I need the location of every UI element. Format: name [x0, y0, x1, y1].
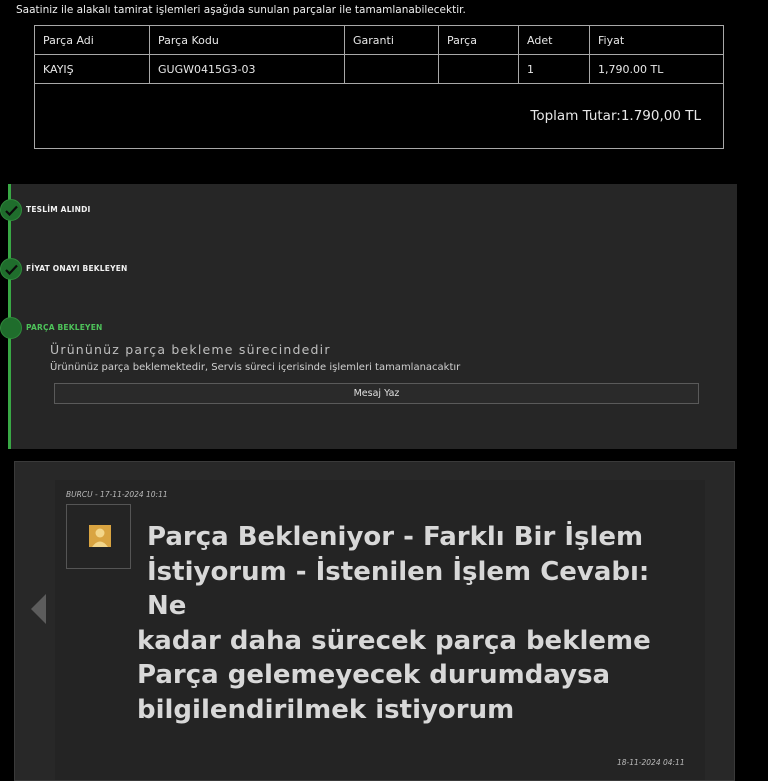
- cell-part: [438, 54, 519, 84]
- message-line: Parça gelemeyecek durumdaysa: [137, 660, 611, 690]
- message-line: İstiyorum - İstenilen İşlem Cevabı: Ne: [147, 556, 650, 622]
- message-line: kadar daha sürecek parça bekleme: [137, 625, 651, 656]
- message-author-date: BURCU - 17-11-2024 10:11: [66, 490, 168, 499]
- cell-price: 1,790.00 TL: [589, 54, 724, 84]
- col-header-qty: Adet: [518, 25, 590, 55]
- message-text: Parça Bekleniyor - Farklı Bir İşlem İsti…: [137, 520, 667, 727]
- intro-text: Saatiniz ile alakalı tamirat işlemleri a…: [16, 4, 466, 16]
- message-date: 18-11-2024 04:11: [617, 758, 685, 767]
- cell-warranty: [344, 54, 439, 84]
- total-row: Toplam Tutar:1.790,00 TL: [34, 83, 724, 149]
- check-icon: [0, 258, 22, 280]
- col-header-part-name: Parça Adi: [34, 25, 150, 55]
- message-body: BURCU - 17-11-2024 10:11 Parça Bekleniyo…: [55, 480, 705, 780]
- message-line: Parça Bekleniyor - Farklı Bir İşlem: [147, 522, 644, 552]
- col-header-price: Fiyat: [589, 25, 724, 55]
- message-line: bilgilendirilmek istiyorum: [137, 694, 515, 725]
- table-header-row: Parça Adi Parça Kodu Garanti Parça Adet …: [34, 25, 724, 55]
- cell-qty: 1: [518, 54, 590, 84]
- status-description: Ürününüz parça beklemektedir, Servis sür…: [50, 362, 461, 373]
- chevron-left-icon[interactable]: [31, 594, 47, 628]
- status-timeline: TESLİM ALINDI FİYAT ONAYI BEKLEYEN PARÇA…: [0, 184, 737, 449]
- write-message-button[interactable]: Mesaj Yaz: [54, 383, 699, 404]
- parts-table: Parça Adi Parça Kodu Garanti Parça Adet …: [34, 25, 724, 149]
- step-label: TESLİM ALINDI: [26, 205, 91, 214]
- col-header-part-code: Parça Kodu: [149, 25, 345, 55]
- cell-part-name: KAYIŞ: [34, 54, 150, 84]
- user-icon: [89, 525, 111, 547]
- message-card: BURCU - 17-11-2024 10:11 Parça Bekleniyo…: [14, 461, 735, 781]
- table-row: KAYIŞ GUGW0415G3-03 1 1,790.00 TL: [34, 54, 724, 84]
- col-header-part: Parça: [438, 25, 519, 55]
- col-header-warranty: Garanti: [344, 25, 439, 55]
- active-step-icon: [0, 317, 22, 339]
- step-label: PARÇA BEKLEYEN: [26, 323, 103, 332]
- step-label: FİYAT ONAYI BEKLEYEN: [26, 264, 128, 273]
- check-icon: [0, 199, 22, 221]
- cell-part-code: GUGW0415G3-03: [149, 54, 345, 84]
- status-title: Ürününüz parça bekleme sürecindedir: [50, 342, 331, 357]
- total-amount: Toplam Tutar:1.790,00 TL: [34, 83, 724, 149]
- avatar: [66, 504, 131, 569]
